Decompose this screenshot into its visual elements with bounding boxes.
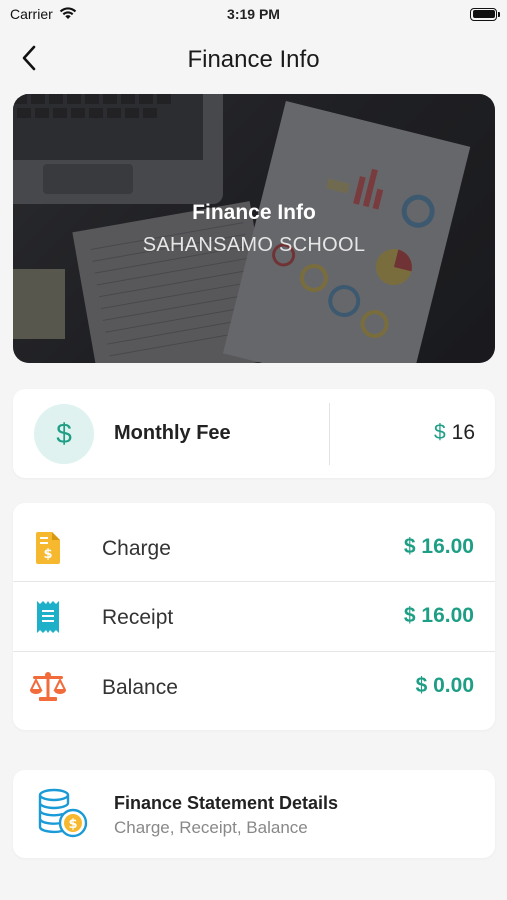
invoice-icon: $ [35,532,61,564]
statement-title: Finance Statement Details [114,793,339,813]
statement-subtitle: Charge, Receipt, Balance [114,818,308,837]
status-left: Carrier [10,6,77,23]
summary-row-value: $ 0.00 [415,674,474,697]
summary-row-balance: Balance $ 0.00 [13,652,495,722]
coins-icon: $ [37,788,89,840]
monthly-fee-card: $ Monthly Fee $16 [13,389,495,478]
wifi-icon [59,6,77,23]
summary-row-label: Receipt [102,606,174,629]
battery-icon [470,7,500,21]
summary-row-label: Charge [102,537,171,560]
svg-text:$: $ [43,547,52,562]
monthly-fee-value: $16 [434,421,475,445]
summary-row-value: $ 16.00 [403,535,474,558]
divider [329,403,330,465]
svg-text:$: $ [68,817,77,832]
status-bar: Carrier [0,0,507,28]
finance-statement-card[interactable]: $ Finance Statement Details Charge, Rece… [13,770,495,858]
currency-symbol: $ [433,421,446,444]
carrier-label: Carrier [10,6,53,22]
monthly-fee-amount: 16 [451,421,475,444]
summary-row-charge: $ Charge $ 16.00 [13,513,495,583]
balance-scale-icon [30,671,66,703]
hero-banner: Finance Info SAHANSAMO SCHOOL [13,94,495,363]
receipt-icon [35,601,61,633]
hero-title: Finance Info [192,201,316,224]
nav-bar: Finance Info [0,40,507,80]
monthly-fee-label: Monthly Fee [114,422,231,444]
finance-summary-card: $ Charge $ 16.00 Receipt $ 16.00 Balance… [13,503,495,730]
dollar-icon: $ [34,404,94,464]
hero-subtitle: SAHANSAMO SCHOOL [142,234,366,256]
summary-row-value: $ 16.00 [403,604,474,627]
summary-row-label: Balance [102,676,178,699]
page-title: Finance Info [187,46,320,73]
summary-row-receipt: Receipt $ 16.00 [13,582,495,652]
